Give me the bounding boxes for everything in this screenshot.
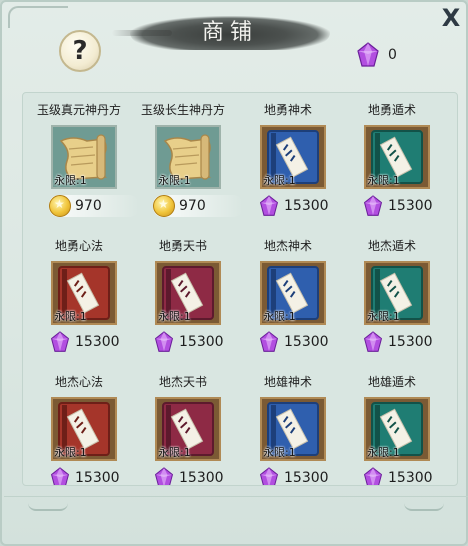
purple-gem-icon xyxy=(362,467,384,485)
close-button[interactable]: X xyxy=(438,6,464,32)
purchase-limit: 永限:1 xyxy=(158,310,191,323)
skill-book-icon[interactable]: 永限:1 xyxy=(364,397,430,461)
item-grid: 玉级真元神丹方 永限:1 970 玉级长生神丹方 永限:1 970 地勇神术 xyxy=(22,92,458,486)
price-row: 15300 xyxy=(153,467,243,486)
shop-item[interactable]: 地杰天书 永限:1 15300 xyxy=(131,365,235,485)
skill-book-icon[interactable]: 永限:1 xyxy=(260,125,326,189)
recipe-scroll-icon[interactable]: 永限:1 xyxy=(51,125,117,189)
item-price: 15300 xyxy=(179,334,224,350)
item-price: 15300 xyxy=(284,198,329,214)
gold-coin-icon xyxy=(153,195,175,217)
purple-gem-icon xyxy=(49,467,71,485)
purple-gem-icon xyxy=(362,331,384,353)
item-price: 15300 xyxy=(75,334,120,350)
item-name: 地雄神术 xyxy=(263,375,312,389)
price-row: 15300 xyxy=(49,467,139,486)
bottom-ornament-left xyxy=(28,503,68,511)
purchase-limit: 永限:1 xyxy=(367,174,400,187)
price-row: 15300 xyxy=(258,467,348,486)
shop-item[interactable]: 地勇神术 永限:1 15300 xyxy=(236,93,340,221)
recipe-scroll-icon[interactable]: 永限:1 xyxy=(155,125,221,189)
price-row: 15300 xyxy=(362,467,452,486)
item-name: 地勇心法 xyxy=(54,239,103,253)
item-name: 玉级长生神丹方 xyxy=(140,103,225,117)
purple-gem-icon xyxy=(49,331,71,353)
purple-gem-icon xyxy=(258,331,280,353)
price-row: 15300 xyxy=(153,331,243,353)
purple-gem-icon xyxy=(362,195,384,217)
shop-item[interactable]: 地雄神术 永限:1 15300 xyxy=(236,365,340,485)
purchase-limit: 永限:1 xyxy=(263,446,296,459)
item-name: 地杰心法 xyxy=(54,375,103,389)
help-button[interactable]: ? xyxy=(59,30,101,72)
gold-coin-icon xyxy=(49,195,71,217)
skill-book-icon[interactable]: 永限:1 xyxy=(51,261,117,325)
item-name: 地勇神术 xyxy=(263,103,312,117)
purchase-limit: 永限:1 xyxy=(367,310,400,323)
shop-item[interactable]: 地勇遁术 永限:1 15300 xyxy=(340,93,444,221)
skill-book-icon[interactable]: 永限:1 xyxy=(364,125,430,189)
item-name: 地杰神术 xyxy=(263,239,312,253)
item-price: 15300 xyxy=(388,198,433,214)
purchase-limit: 永限:1 xyxy=(54,446,87,459)
bottom-bar xyxy=(4,496,468,546)
price-row: 15300 xyxy=(49,331,139,353)
item-price: 970 xyxy=(75,198,102,214)
purple-gem-icon xyxy=(258,467,280,485)
skill-book-icon[interactable]: 永限:1 xyxy=(260,261,326,325)
item-name: 地杰遁术 xyxy=(367,239,416,253)
price-row: 15300 xyxy=(258,331,348,353)
shop-item[interactable]: 玉级真元神丹方 永限:1 970 xyxy=(27,93,139,221)
question-icon: ? xyxy=(72,36,88,66)
page-title: 商铺 xyxy=(201,20,258,45)
purple-gem-icon xyxy=(258,195,280,217)
shop-item[interactable]: 地杰心法 永限:1 15300 xyxy=(27,365,131,485)
purchase-limit: 永限:1 xyxy=(158,446,191,459)
skill-book-icon[interactable]: 永限:1 xyxy=(260,397,326,461)
price-row: 15300 xyxy=(362,195,452,217)
purchase-limit: 永限:1 xyxy=(263,174,296,187)
purchase-limit: 永限:1 xyxy=(54,310,87,323)
skill-book-icon[interactable]: 永限:1 xyxy=(364,261,430,325)
skill-book-icon[interactable]: 永限:1 xyxy=(155,261,221,325)
item-price: 15300 xyxy=(388,334,433,350)
item-name: 玉级真元神丹方 xyxy=(36,103,121,117)
shop-item[interactable]: 地勇天书 永限:1 15300 xyxy=(131,229,235,357)
purchase-limit: 永限:1 xyxy=(158,174,191,187)
item-name: 地勇天书 xyxy=(158,239,207,253)
purple-gem-icon xyxy=(153,331,175,353)
item-price: 15300 xyxy=(179,470,224,486)
currency-display: 0 xyxy=(356,42,397,68)
purchase-limit: 永限:1 xyxy=(263,310,296,323)
shop-item[interactable]: 地勇心法 永限:1 15300 xyxy=(27,229,131,357)
item-price: 15300 xyxy=(388,470,433,486)
price-row: 970 xyxy=(153,195,243,217)
currency-value: 0 xyxy=(388,47,397,63)
item-price: 15300 xyxy=(284,470,329,486)
price-row: 15300 xyxy=(362,331,452,353)
price-row: 970 xyxy=(49,195,139,217)
item-price: 15300 xyxy=(284,334,329,350)
item-price: 15300 xyxy=(75,470,120,486)
purchase-limit: 永限:1 xyxy=(367,446,400,459)
purchase-limit: 永限:1 xyxy=(54,174,87,187)
item-name: 地杰天书 xyxy=(158,375,207,389)
item-name: 地雄遁术 xyxy=(367,375,416,389)
shop-window: 商铺 ? X 0 玉级真元神丹方 永限:1 970 玉级长生神丹方 永限 xyxy=(0,0,468,546)
skill-book-icon[interactable]: 永限:1 xyxy=(155,397,221,461)
skill-book-icon[interactable]: 永限:1 xyxy=(51,397,117,461)
corner-ornament xyxy=(8,6,68,28)
price-row: 15300 xyxy=(258,195,348,217)
shop-item[interactable]: 地杰遁术 永限:1 15300 xyxy=(340,229,444,357)
purple-gem-icon xyxy=(153,467,175,485)
item-price: 970 xyxy=(179,198,206,214)
item-name: 地勇遁术 xyxy=(367,103,416,117)
shop-item[interactable]: 地杰神术 永限:1 15300 xyxy=(236,229,340,357)
purple-gem-icon xyxy=(356,42,380,68)
shop-item[interactable]: 玉级长生神丹方 永限:1 970 xyxy=(131,93,243,221)
bottom-ornament-right xyxy=(404,503,444,511)
shop-item[interactable]: 地雄遁术 永限:1 15300 xyxy=(340,365,444,485)
